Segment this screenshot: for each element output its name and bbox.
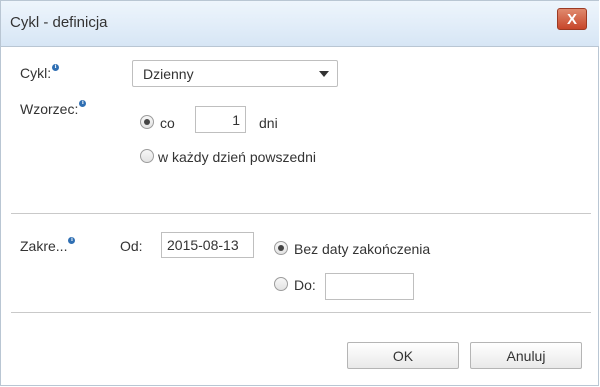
cancel-button-label: Anuluj (506, 347, 546, 364)
pattern-days-unit: dni (259, 115, 278, 131)
info-icon[interactable]: i (79, 100, 87, 107)
cycle-select[interactable]: Dzienny (132, 60, 338, 87)
pattern-every-radio[interactable] (140, 115, 154, 129)
pattern-weekday-label: w każdy dzień powszedni (158, 149, 316, 165)
close-button[interactable]: X (557, 8, 587, 30)
dialog-title-bar[interactable]: Cykl - definicja X (1, 1, 599, 47)
pattern-label-text: Wzorzec: (20, 101, 79, 117)
cycle-select-value: Dzienny (143, 66, 194, 82)
chevron-down-icon (319, 71, 329, 77)
pattern-label: Wzorzec: i (20, 100, 87, 117)
footer-divider (11, 312, 591, 313)
info-icon[interactable]: i (68, 237, 76, 244)
close-icon: X (566, 10, 577, 28)
ok-button-label: OK (392, 347, 414, 364)
range-until-date-input[interactable] (325, 273, 414, 300)
range-from-date-input[interactable] (161, 232, 254, 258)
range-no-end-label: Bez daty zakończenia (294, 241, 431, 257)
range-label-text: Zakre... (20, 238, 68, 254)
range-until-radio[interactable] (274, 277, 288, 291)
pattern-weekday-radio[interactable] (140, 149, 154, 163)
cycle-label-text: Cykl: (20, 65, 52, 81)
cycle-definition-dialog: Cykl - definicja X Cykl: i Dzienny Wzorze… (0, 0, 599, 386)
range-until-label: Do: (294, 277, 316, 293)
pattern-days-input[interactable] (195, 106, 246, 133)
range-from-label: Od: (120, 238, 143, 254)
section-divider (11, 213, 591, 214)
info-icon[interactable]: i (52, 64, 60, 71)
range-label: Zakre... i (20, 237, 76, 254)
dialog-title: Cykl - definicja (10, 14, 108, 31)
ok-button[interactable]: OK (347, 342, 459, 369)
pattern-every-label: co (160, 115, 175, 131)
cycle-label: Cykl: i (20, 64, 60, 81)
cancel-button[interactable]: Anuluj (470, 342, 582, 369)
range-no-end-radio[interactable] (274, 241, 288, 255)
